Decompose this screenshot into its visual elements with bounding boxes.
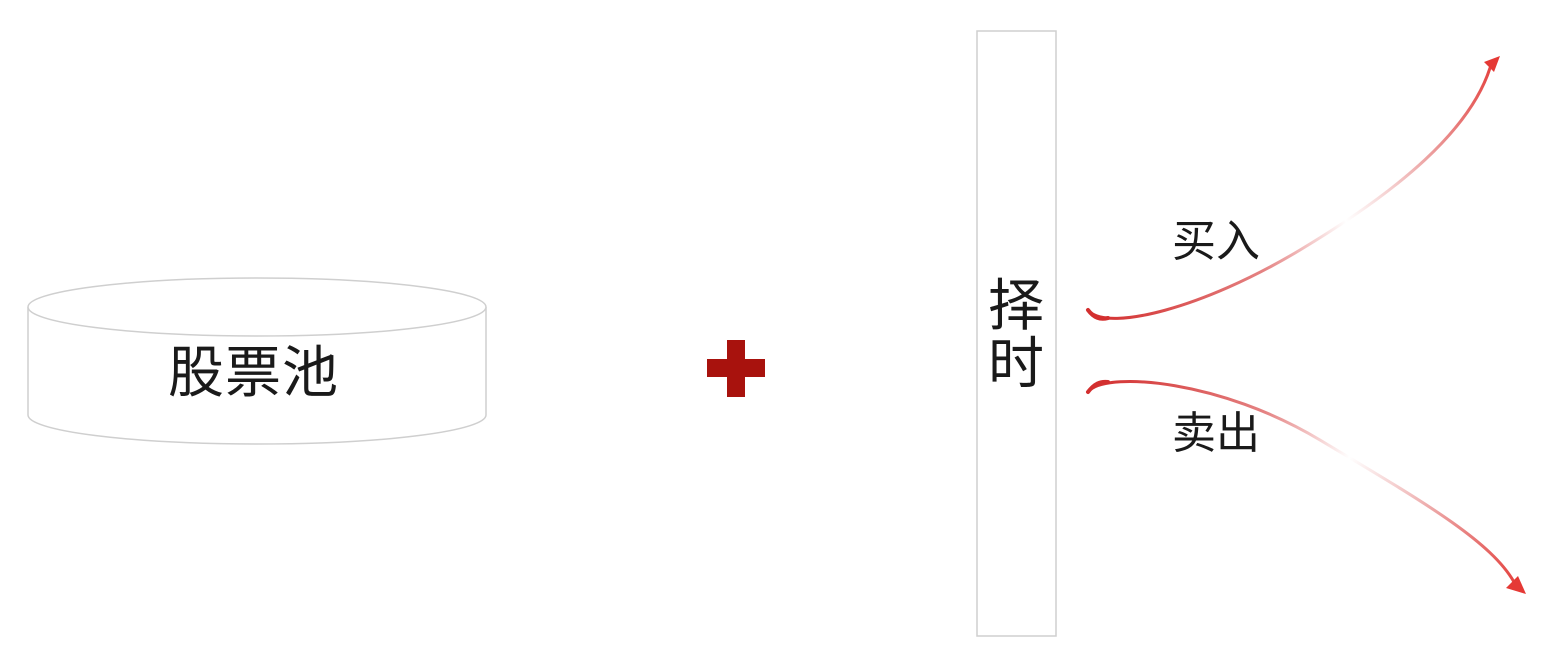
sell-label: 卖出 (1172, 408, 1260, 459)
buy-arrowhead-icon (1484, 56, 1500, 72)
buy-arrow (1086, 56, 1500, 321)
strategy-diagram: 股票池 择时 买入 卖出 (0, 0, 1565, 668)
sell-arrowhead-icon (1506, 576, 1526, 594)
diagram-canvas (27, 30, 1526, 637)
plus-icon (707, 340, 765, 397)
stock-pool-label: 股票池 (168, 341, 339, 406)
buy-label: 买入 (1172, 216, 1260, 267)
timing-label: 择时 (988, 274, 1044, 397)
sell-arrow (1086, 379, 1526, 594)
